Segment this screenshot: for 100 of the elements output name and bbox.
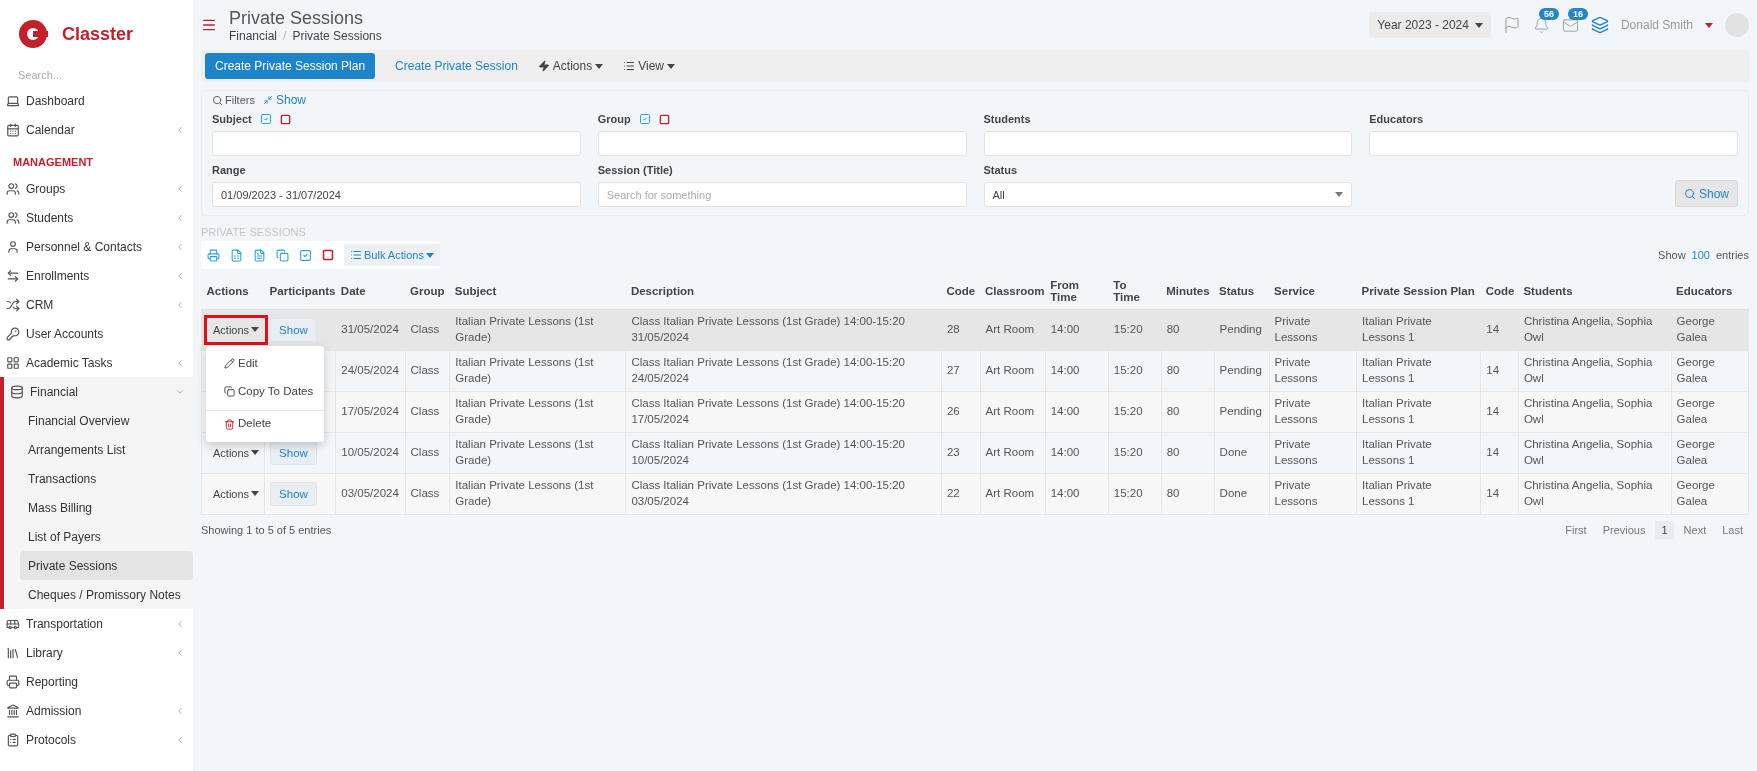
filter-field[interactable] — [983, 131, 1353, 156]
bulk-actions-button[interactable]: Bulk Actions — [344, 244, 440, 266]
filter-field[interactable]: Search for something — [597, 182, 967, 207]
caret-icon — [1705, 22, 1713, 28]
create-plan-button[interactable]: Create Private Session Plan — [205, 53, 376, 79]
table-cell: 10/05/2024 — [335, 432, 406, 473]
submenu-item[interactable]: List of Payers — [20, 522, 193, 551]
caret-icon — [1474, 22, 1483, 28]
table-cell: Class — [405, 350, 450, 391]
column-header[interactable]: Code — [1480, 273, 1519, 309]
year-select[interactable]: Year 2023 - 2024 — [1369, 12, 1491, 38]
sidebar-item[interactable]: Students — [0, 203, 193, 232]
copy-icon — [224, 386, 235, 397]
create-session-link[interactable]: Create Private Session — [395, 59, 518, 73]
sidebar-item[interactable]: Calendar — [0, 115, 193, 144]
sidebar-item[interactable]: Reporting — [0, 667, 193, 696]
filter-field[interactable] — [597, 131, 967, 156]
column-header[interactable]: Participants — [264, 273, 336, 309]
column-header[interactable]: Minutes — [1161, 273, 1215, 309]
column-header[interactable]: Classroom — [980, 273, 1046, 309]
pagination-button[interactable]: Next — [1677, 520, 1713, 539]
actions-menu-button[interactable]: Actions — [537, 59, 604, 73]
column-header[interactable]: Educators — [1671, 273, 1749, 309]
submenu-item[interactable]: Private Sessions — [20, 551, 193, 580]
select-all-icon[interactable] — [638, 113, 651, 125]
table-cell: Christina Angelia, Sophia Owl — [1518, 432, 1672, 473]
select-all-icon[interactable] — [299, 248, 312, 262]
pagination-button[interactable]: Previous — [1596, 520, 1652, 539]
column-header[interactable]: Date — [335, 273, 406, 309]
menu-icon[interactable] — [201, 17, 217, 33]
sidebar-item[interactable]: Groups — [0, 174, 193, 203]
copy-icon[interactable] — [276, 248, 289, 262]
menu-item[interactable]: Edit — [206, 349, 324, 378]
table-cell: Class — [405, 309, 450, 350]
sidebar-item[interactable]: Enrollments — [0, 261, 193, 290]
filters-toggle[interactable]: Show — [262, 93, 306, 107]
sidebar-search-field[interactable]: Search... — [16, 68, 166, 82]
mail-icon[interactable] — [1561, 16, 1579, 34]
sidebar-item[interactable]: Transportation — [0, 609, 193, 638]
column-header[interactable]: Subject — [449, 273, 626, 309]
column-header[interactable]: Code — [941, 273, 981, 309]
table-cell: 14:00 — [1045, 391, 1109, 432]
submenu-item[interactable]: Transactions — [20, 464, 193, 493]
field-label: Subject — [212, 113, 252, 125]
submenu-item[interactable]: Financial Overview — [20, 406, 193, 435]
filter-field[interactable]: 01/09/2023 - 31/07/2024 — [212, 182, 581, 207]
column-header[interactable]: Status — [1214, 273, 1270, 309]
table-cell: Art Room — [980, 309, 1046, 350]
sidebar-item[interactable]: Financial — [4, 377, 193, 406]
table-cell: George Galea — [1671, 391, 1749, 432]
printer-icon[interactable] — [207, 248, 220, 262]
page-size-select[interactable]: 100 — [1691, 249, 1710, 261]
sidebar-item[interactable]: Personnel & Contacts — [0, 232, 193, 261]
participants-show-button[interactable]: Show — [270, 317, 317, 342]
layers-icon[interactable] — [1590, 16, 1609, 34]
menu-item[interactable]: Copy To Dates — [206, 377, 324, 406]
column-header[interactable]: Students — [1518, 273, 1672, 309]
pagination-button[interactable]: Last — [1716, 520, 1749, 539]
table-cell: 14 — [1480, 309, 1519, 350]
sidebar-item[interactable]: Library — [0, 638, 193, 667]
column-header[interactable]: Group — [405, 273, 450, 309]
participants-show-button[interactable]: Show — [270, 481, 317, 506]
column-header[interactable]: From Time — [1045, 273, 1109, 309]
table-cell: Class Italian Private Lessons (1st Grade) 14:00-15:20 17/05/2024 — [625, 391, 942, 432]
pagination-button[interactable]: First — [1559, 520, 1593, 539]
sidebar-item[interactable]: Admission — [0, 696, 193, 725]
column-header[interactable]: To Time — [1108, 273, 1162, 309]
sidebar-item[interactable]: Academic Tasks — [0, 348, 193, 377]
column-header[interactable]: Actions — [201, 273, 265, 309]
bell-icon[interactable] — [1532, 16, 1550, 34]
deselect-icon[interactable] — [322, 249, 334, 261]
flag-icon[interactable] — [1502, 16, 1521, 34]
filter-field[interactable] — [1369, 131, 1738, 156]
sidebar-item[interactable]: CRM — [0, 290, 193, 319]
column-header[interactable]: Description — [625, 273, 942, 309]
breadcrumb-item[interactable]: Financial — [229, 28, 278, 43]
clear-icon[interactable] — [658, 113, 670, 125]
select-all-icon[interactable] — [259, 113, 272, 125]
column-header[interactable]: Private Session Plan — [1356, 273, 1481, 309]
document-icon[interactable] — [253, 248, 266, 262]
clear-icon[interactable] — [279, 113, 291, 125]
view-menu-button[interactable]: View — [623, 59, 675, 73]
submenu-item[interactable]: Cheques / Promissory Notes — [20, 580, 193, 609]
sidebar-item[interactable]: User Accounts — [0, 319, 193, 348]
filter-field[interactable] — [212, 131, 581, 156]
table-cell: Christina Angelia, Sophia Owl — [1518, 473, 1672, 514]
table-row[interactable] — [201, 473, 1749, 514]
table-cell: 14 — [1480, 350, 1519, 391]
submenu-item[interactable]: Arrangements List — [20, 435, 193, 464]
table-cell: 15:20 — [1108, 473, 1162, 514]
sidebar-item[interactable]: Dashboard — [0, 86, 193, 115]
status-select[interactable]: All — [983, 182, 1353, 207]
table-cell: Class Italian Private Lessons (1st Grade) 14:00-15:20 24/05/2024 — [625, 350, 942, 391]
submenu-item[interactable]: Mass Billing — [20, 493, 193, 522]
column-header[interactable]: Service — [1269, 273, 1357, 309]
pagination-button[interactable]: 1 — [1655, 520, 1674, 539]
participants-show-button[interactable]: Show — [270, 440, 317, 465]
spreadsheet-icon[interactable] — [230, 248, 243, 262]
table-row[interactable] — [201, 432, 1749, 473]
sidebar-item[interactable]: Protocols — [0, 725, 193, 754]
